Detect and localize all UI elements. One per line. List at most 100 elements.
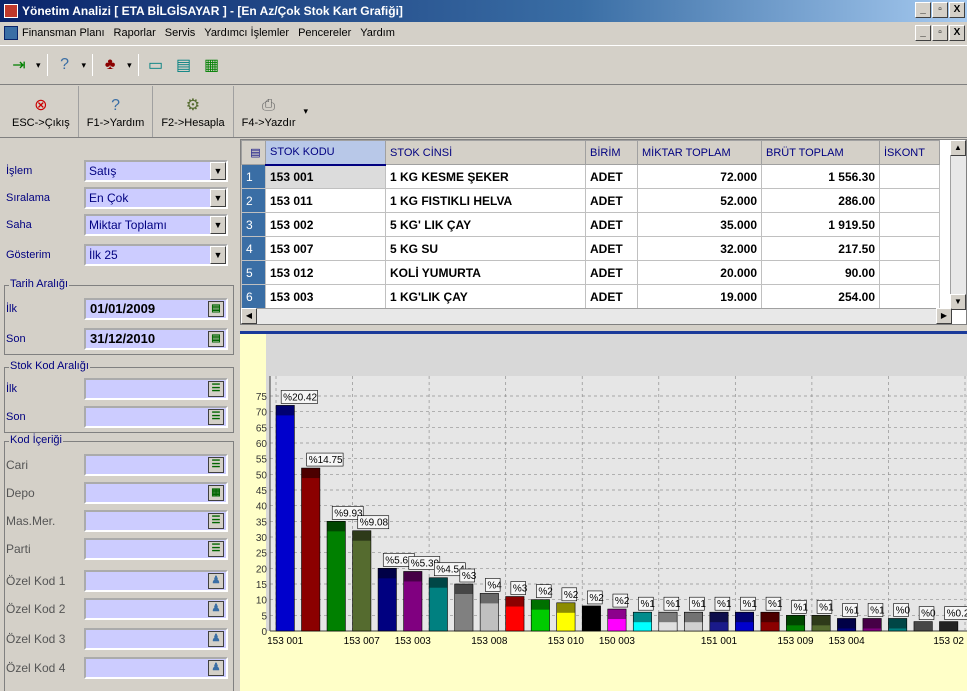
ozelkod2-input[interactable]: ♟ [84, 598, 228, 620]
discount-cell[interactable] [879, 212, 940, 237]
unit-cell[interactable]: ADET [585, 236, 638, 261]
chevron-down-icon[interactable]: ▾ [36, 60, 41, 71]
grid-corner-icon[interactable]: ▤ [241, 140, 266, 165]
menu-yardim[interactable]: Yardım [360, 27, 395, 39]
scroll-up-icon[interactable]: ▲ [950, 140, 966, 156]
chevron-down-icon[interactable]: ▾ [304, 106, 309, 117]
stock-grid[interactable]: ▤ STOK KODU STOK CİNSİ BİRİM MİKTAR TOPL… [240, 139, 967, 325]
stock-name-cell[interactable]: 1 KG KESME ŞEKER [385, 164, 586, 189]
unit-cell[interactable]: ADET [585, 188, 638, 213]
siralama-select[interactable]: En Çok ▼ [84, 187, 228, 209]
date-last-input[interactable]: 31/12/2010 ▤ [84, 328, 228, 350]
discount-cell[interactable] [879, 188, 940, 213]
row-number[interactable]: 5 [241, 260, 266, 285]
quantity-cell[interactable]: 19.000 [637, 284, 762, 309]
unit-cell[interactable]: ADET [585, 164, 638, 189]
gross-cell[interactable]: 254.00 [761, 284, 880, 309]
help-icon[interactable]: ? [54, 54, 76, 76]
table-row[interactable]: 5 153 012 KOLİ YUMURTA ADET 20.000 90.00 [241, 260, 940, 285]
document-icon[interactable] [4, 26, 18, 40]
scroll-down-icon[interactable]: ▼ [950, 294, 966, 310]
grid-window-icon[interactable]: ▦ [201, 54, 223, 76]
user-icon[interactable]: ♟ [208, 573, 224, 589]
menu-servis[interactable]: Servis [165, 27, 196, 39]
saha-select[interactable]: Miktar Toplamı ▼ [84, 214, 228, 236]
stock-code-cell[interactable]: 153 003 [265, 284, 386, 309]
chevron-down-icon[interactable]: ▾ [127, 60, 132, 71]
stock-code-cell[interactable]: 153 007 [265, 236, 386, 261]
ozelkod4-input[interactable]: ♟ [84, 657, 228, 679]
list-icon[interactable]: ☰ [208, 409, 224, 425]
mdi-minimize-button[interactable]: _ [915, 25, 931, 41]
depo-input[interactable]: ▦ [84, 482, 228, 504]
horizontal-scrollbar[interactable]: ◀ ▶ [241, 308, 952, 324]
menu-raporlar[interactable]: Raporlar [114, 27, 156, 39]
column-stok-kodu[interactable]: STOK KODU [265, 140, 386, 166]
cari-input[interactable]: ☰ [84, 454, 228, 476]
ozelkod3-input[interactable]: ♟ [84, 628, 228, 650]
column-iskonto[interactable]: İSKONT [879, 140, 940, 165]
quantity-cell[interactable]: 20.000 [637, 260, 762, 285]
unit-cell[interactable]: ADET [585, 212, 638, 237]
stock-name-cell[interactable]: KOLİ YUMURTA [385, 260, 586, 285]
row-number[interactable]: 4 [241, 236, 266, 261]
mdi-close-button[interactable]: X [949, 25, 965, 41]
scroll-left-icon[interactable]: ◀ [241, 308, 257, 324]
masmer-input[interactable]: ☰ [84, 510, 228, 532]
date-first-input[interactable]: 01/01/2009 ▤ [84, 298, 228, 320]
table-row[interactable]: 2 153 011 1 KG FISTIKLI HELVA ADET 52.000 286… [241, 188, 940, 213]
help-button[interactable]: ? F1->Yardım [79, 86, 154, 137]
unit-cell[interactable]: ADET [585, 284, 638, 309]
scroll-right-icon[interactable]: ▶ [936, 308, 952, 324]
discount-cell[interactable] [879, 164, 940, 189]
stock-name-cell[interactable]: 1 KG'LIK ÇAY [385, 284, 586, 309]
row-number[interactable]: 2 [241, 188, 266, 213]
exit-icon[interactable]: ⇥ [8, 54, 30, 76]
quantity-cell[interactable]: 35.000 [637, 212, 762, 237]
gross-cell[interactable]: 90.00 [761, 260, 880, 285]
stock-name-cell[interactable]: 1 KG FISTIKLI HELVA [385, 188, 586, 213]
table-row[interactable]: 6 153 003 1 KG'LIK ÇAY ADET 19.000 254.00 [241, 284, 940, 309]
chevron-down-icon[interactable]: ▾ [82, 60, 87, 71]
quantity-cell[interactable]: 52.000 [637, 188, 762, 213]
menu-yardimci[interactable]: Yardımcı İşlemler [204, 27, 289, 39]
column-brut-toplam[interactable]: BRÜT TOPLAM [761, 140, 880, 165]
user-icon[interactable]: ♟ [208, 660, 224, 676]
quantity-cell[interactable]: 72.000 [637, 164, 762, 189]
column-stok-cinsi[interactable]: STOK CİNSİ [385, 140, 586, 165]
user-icon[interactable]: ♟ [208, 631, 224, 647]
stock-name-cell[interactable]: 5 KG' LIK ÇAY [385, 212, 586, 237]
discount-cell[interactable] [879, 284, 940, 309]
parti-input[interactable]: ☰ [84, 538, 228, 560]
stock-first-input[interactable]: ☰ [84, 378, 228, 400]
gross-cell[interactable]: 217.50 [761, 236, 880, 261]
column-miktar-toplam[interactable]: MİKTAR TOPLAM [637, 140, 762, 165]
vertical-scrollbar[interactable]: ▲ ▼ [950, 140, 966, 310]
mdi-restore-button[interactable]: ▫ [932, 25, 948, 41]
row-number[interactable]: 6 [241, 284, 266, 309]
gross-cell[interactable]: 1 919.50 [761, 212, 880, 237]
calendar-icon[interactable]: ▤ [208, 331, 224, 347]
chevron-down-icon[interactable]: ▼ [210, 162, 226, 180]
stock-code-cell[interactable]: 153 001 [265, 164, 386, 189]
table-row[interactable]: 4 153 007 5 KG SU ADET 32.000 217.50 [241, 236, 940, 261]
table-row[interactable]: 1 153 001 1 KG KESME ŞEKER ADET 72.000 1 556.… [241, 164, 940, 189]
list-icon[interactable]: ☰ [208, 541, 224, 557]
row-number[interactable]: 1 [241, 164, 266, 189]
calculate-button[interactable]: ⚙ F2->Hesapla [153, 86, 234, 137]
quantity-cell[interactable]: 32.000 [637, 236, 762, 261]
window-icon[interactable]: ▭ [145, 54, 167, 76]
close-button[interactable]: X [949, 2, 965, 18]
print-button[interactable]: ⎙ F4->Yazdır [234, 86, 304, 137]
list-icon[interactable]: ☰ [208, 457, 224, 473]
gross-cell[interactable]: 286.00 [761, 188, 880, 213]
table-row[interactable]: 3 153 002 5 KG' LIK ÇAY ADET 35.000 1 919.50 [241, 212, 940, 237]
exit-button[interactable]: ⊗ ESC->Çıkış [4, 86, 79, 137]
list-icon[interactable]: ☰ [208, 513, 224, 529]
gross-cell[interactable]: 1 556.30 [761, 164, 880, 189]
stock-code-cell[interactable]: 153 012 [265, 260, 386, 285]
discount-cell[interactable] [879, 236, 940, 261]
chevron-down-icon[interactable]: ▼ [210, 189, 226, 207]
minimize-button[interactable]: _ [915, 2, 931, 18]
column-birim[interactable]: BİRİM [585, 140, 638, 165]
